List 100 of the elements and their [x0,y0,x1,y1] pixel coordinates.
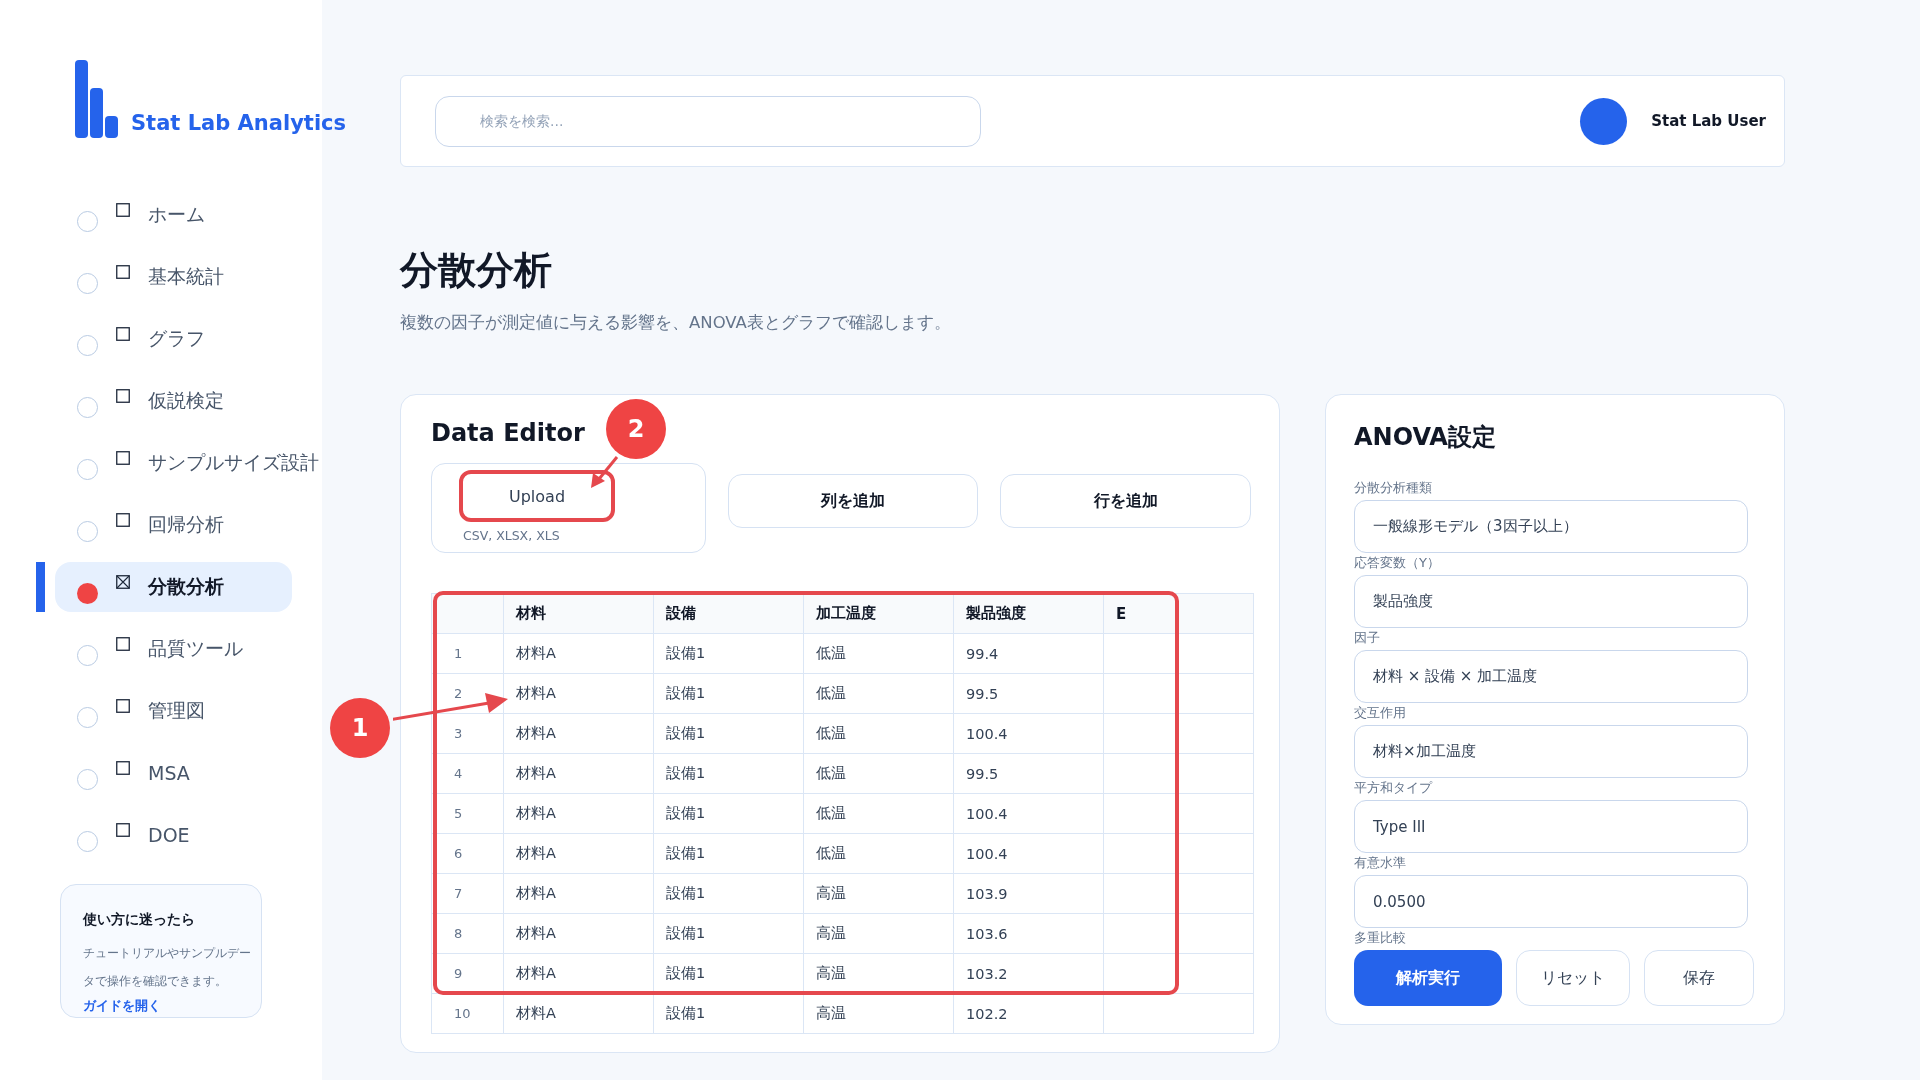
select-field[interactable]: 材料×加工温度 [1354,725,1748,778]
nav-item[interactable]: DOE [55,810,315,860]
table-cell: 材料A [503,913,654,954]
column-header: 加工温度 [803,593,954,634]
table-cell: 設備1 [653,713,804,754]
page-title: 分散分析 [400,247,553,294]
square-icon [116,823,130,837]
select-field[interactable]: 一般線形モデル（3因子以上） [1354,500,1748,553]
nav-item[interactable]: 品質ツール [55,624,315,674]
crossed-box-icon [116,575,130,589]
table-cell: 低温 [803,793,954,834]
table-cell: 材料A [503,873,654,914]
square-icon [116,327,130,341]
add-button[interactable]: 行を追加 [1000,474,1251,528]
search-field[interactable]: 検索を検索... [435,95,981,147]
table-cell: 100.4 [953,713,1104,754]
brand-name: Stat Lab Analytics [131,113,347,137]
square-icon [116,513,130,527]
table-cell: 低温 [803,713,954,754]
row-number: 3 [431,713,504,754]
row-number: 8 [431,913,504,954]
table-cell: 材料A [503,993,654,1034]
nav-item[interactable]: 回帰分析 [55,500,315,550]
row-number: 5 [431,793,504,834]
table-cell: 材料A [503,793,654,834]
row-number: 10 [431,993,504,1034]
bar-chart-logo-icon [75,60,119,138]
step-badge: 2 [606,399,666,459]
table-cell: 100.4 [953,793,1104,834]
table-cell: 設備1 [653,833,804,874]
column-header: 設備 [653,593,804,634]
table-cell: 材料A [503,633,654,674]
table-cell: 材料A [503,833,654,874]
table-cell: 99.4 [953,633,1104,674]
square-icon [116,203,130,217]
file-formats: CSV, XLSX, XLS [463,528,561,543]
action-button[interactable]: 保存 [1644,950,1754,1006]
nav-item[interactable]: 仮説検定 [55,376,315,426]
table-cell: 設備1 [653,993,804,1034]
column-header: E [1103,593,1254,634]
help-text: チュートリアルやサンプルデータで操作を確認できます。 [83,945,252,990]
guide-link[interactable]: ガイドを開く [83,998,161,1013]
table-cell: 材料A [503,713,654,754]
nav-item[interactable]: MSA [55,748,315,798]
table-cell: 103.6 [953,913,1104,954]
row-number: 7 [431,873,504,914]
nav-item[interactable]: 管理図 [55,686,315,736]
table-cell: 99.5 [953,753,1104,794]
field-label: 多重比較 [1354,929,1407,947]
active-indicator [36,562,45,612]
table-cell: 高温 [803,993,954,1034]
field-label: 因子 [1354,629,1381,647]
action-button[interactable]: リセット [1516,950,1631,1006]
nav-item[interactable]: ホーム [55,190,315,240]
nav-item[interactable]: グラフ [55,314,315,364]
upload-area[interactable]: Upload CSV, XLSX, XLS [431,463,706,553]
nav-item[interactable]: 分散分析 [55,562,292,612]
table-cell: 低温 [803,673,954,714]
table-cell: 低温 [803,633,954,674]
column-header: 製品強度 [953,593,1104,634]
table-cell: 設備1 [653,753,804,794]
square-icon [116,637,130,651]
row-number: 6 [431,833,504,874]
table-cell: 設備1 [653,913,804,954]
page-subtitle: 複数の因子が測定値に与える影響を、ANOVA表とグラフで確認します。 [400,312,952,334]
column-header: 材料 [503,593,654,634]
table-cell: 102.2 [953,993,1104,1034]
nav-item[interactable]: 基本統計 [55,252,315,302]
table-cell: 100.4 [953,833,1104,874]
add-button[interactable]: 列を追加 [727,474,979,528]
action-button[interactable]: 解析実行 [1354,950,1503,1006]
table-cell: 103.9 [953,873,1104,914]
square-icon [116,265,130,279]
square-icon [116,761,130,775]
table-cell: 設備1 [653,793,804,834]
square-icon [116,389,130,403]
row-number: 1 [431,633,504,674]
row-number: 4 [431,753,504,794]
table-cell: 高温 [803,873,954,914]
table-cell: 材料A [503,673,654,714]
field-label: 有意水準 [1354,854,1407,872]
select-field[interactable]: 材料 × 設備 × 加工温度 [1354,650,1748,703]
card-title: Data Editor [431,419,585,447]
select-field[interactable]: 製品強度 [1354,575,1748,628]
square-icon [116,699,130,713]
status-dot-icon [77,582,98,604]
help-title: 使い方に迷ったら [83,911,196,929]
table-cell: 設備1 [653,873,804,914]
table-cell: 高温 [803,913,954,954]
table-cell: 低温 [803,833,954,874]
select-field[interactable]: Type III [1354,800,1748,853]
table-cell: 99.5 [953,673,1104,714]
table-cell: 材料A [503,753,654,794]
table-cell: 設備1 [653,633,804,674]
field-label: 応答変数（Y） [1354,554,1441,572]
table-cell: 設備1 [653,673,804,714]
square-icon [116,451,130,465]
select-field[interactable]: 0.0500 [1354,875,1748,928]
field-label: 分散分析種類 [1354,479,1433,497]
user-name: Stat Lab User [1651,112,1766,130]
